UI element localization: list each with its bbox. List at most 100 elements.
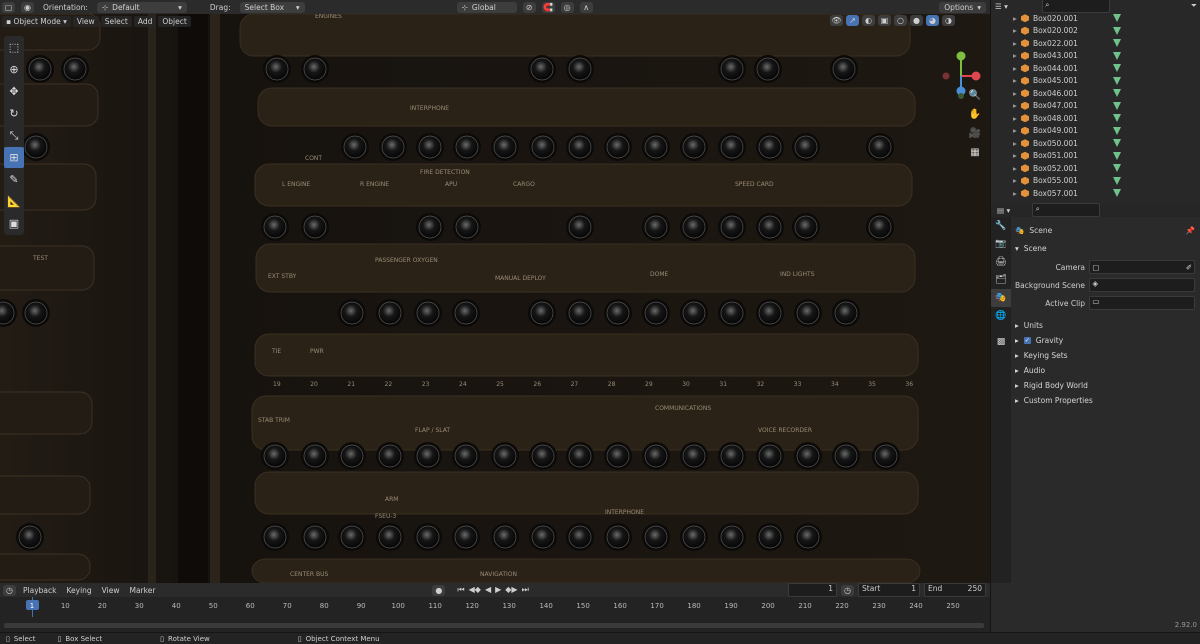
orientation-dropdown[interactable]: ⊹ Default ▾ xyxy=(96,1,187,13)
jump-start-icon[interactable]: ⏮ xyxy=(457,585,464,595)
world-tab-icon[interactable]: 🌐 xyxy=(991,307,1011,325)
expand-icon[interactable]: ▸ xyxy=(1013,64,1021,73)
output-tab-icon[interactable]: 🖨 xyxy=(991,253,1011,271)
render-tab-icon[interactable]: 📷 xyxy=(991,235,1011,253)
clock-icon[interactable]: ◷ xyxy=(3,584,16,596)
expand-icon[interactable]: ▸ xyxy=(1013,151,1021,160)
shading-solid-icon[interactable]: ● xyxy=(910,15,923,26)
drag-dropdown[interactable]: Select Box ▾ xyxy=(239,1,305,13)
pivot-icon[interactable]: ⊘ xyxy=(522,1,536,13)
filter-icon[interactable]: ⏷ xyxy=(1191,1,1197,11)
gizmo-x-handle[interactable] xyxy=(971,71,981,81)
editor-type-icon[interactable]: ▢ xyxy=(2,1,15,13)
outliner-item[interactable]: ▸ Box052.001 xyxy=(991,162,1200,175)
property-section-0[interactable]: ▸ Units xyxy=(1015,318,1195,333)
grid-icon[interactable]: ▦ xyxy=(968,145,982,159)
expand-icon[interactable]: ▸ xyxy=(1013,89,1021,98)
outliner-item[interactable]: ▸ Box048.001 xyxy=(991,112,1200,125)
tool-tab-icon[interactable]: 🔧 xyxy=(991,217,1011,235)
gizmo-icon[interactable]: ↗ xyxy=(846,15,859,26)
menu-select[interactable]: Select xyxy=(100,15,132,27)
overlay-icon[interactable]: ◐ xyxy=(862,15,875,26)
3d-viewport[interactable]: ENGINES INTERPHONE FIRE DETECTION L ENGINE R… xyxy=(0,14,990,583)
next-key-icon[interactable]: ◆▶ xyxy=(505,585,517,595)
expand-icon[interactable]: ▸ xyxy=(1013,189,1021,198)
expand-icon[interactable]: ▸ xyxy=(1013,176,1021,185)
keying-menu[interactable]: Keying xyxy=(63,586,94,595)
outliner-item[interactable]: ▸ Box022.001 xyxy=(991,37,1200,50)
marker-menu[interactable]: Marker xyxy=(126,586,158,595)
expand-icon[interactable]: ▸ xyxy=(1013,101,1021,110)
scale-icon[interactable]: ⤡ xyxy=(4,125,24,146)
preview-range-icon[interactable]: ◷ xyxy=(841,584,854,596)
expand-icon[interactable]: ▸ xyxy=(1013,39,1021,48)
visibility-icon[interactable]: 👁 xyxy=(830,15,843,26)
menu-view[interactable]: View xyxy=(72,15,99,27)
eyedropper-icon[interactable]: ✐ xyxy=(1186,263,1192,272)
transform-pivot-icon[interactable]: ◉ xyxy=(21,1,34,13)
expand-icon[interactable]: ▸ xyxy=(1013,14,1021,23)
properties-editor-icon[interactable]: ▤ ▾ xyxy=(997,206,1010,215)
shading-wire-icon[interactable]: ○ xyxy=(894,15,907,26)
cursor-icon[interactable]: ⊕ xyxy=(4,59,24,80)
texture-tab-icon[interactable]: ▩ xyxy=(991,333,1011,351)
outliner-item[interactable]: ▸ Box046.001 xyxy=(991,87,1200,100)
play-reverse-icon[interactable]: ◀ xyxy=(485,585,491,595)
view-layer-tab-icon[interactable]: 🗂 xyxy=(991,271,1011,289)
play-icon[interactable]: ▶ xyxy=(495,585,501,595)
expand-icon[interactable]: ▸ xyxy=(1013,114,1021,123)
menu-object[interactable]: Object xyxy=(158,15,191,27)
pin-icon[interactable]: 📌 xyxy=(1186,226,1195,235)
zoom-icon[interactable]: 🔍 xyxy=(968,88,982,102)
expand-icon[interactable]: ▸ xyxy=(1013,126,1021,135)
background-field[interactable]: ◈ xyxy=(1089,278,1195,292)
camera-field[interactable]: ▢ ✐ xyxy=(1089,260,1195,274)
jump-end-icon[interactable]: ⏭ xyxy=(522,585,529,595)
outliner-item[interactable]: ▸ Box020.001 xyxy=(991,12,1200,25)
outliner-item[interactable]: ▸ Box050.001 xyxy=(991,137,1200,150)
property-section-1[interactable]: ▸ ✓ Gravity xyxy=(1015,333,1195,348)
section-checkbox[interactable]: ✓ xyxy=(1023,337,1031,344)
menu-add[interactable]: Add xyxy=(133,15,157,27)
expand-icon[interactable]: ▸ xyxy=(1013,164,1021,173)
shading-render-icon[interactable]: ◑ xyxy=(942,15,955,26)
property-section-4[interactable]: ▸ Rigid Body World xyxy=(1015,378,1195,393)
outliner-item[interactable]: ▸ Box057.001 xyxy=(991,187,1200,200)
property-section-3[interactable]: ▸ Audio xyxy=(1015,363,1195,378)
scene-panel-header[interactable]: ▾ Scene xyxy=(1015,241,1195,256)
property-section-5[interactable]: ▸ Custom Properties xyxy=(1015,393,1195,408)
current-frame-field[interactable]: 1 xyxy=(788,583,837,597)
gizmo-y-handle[interactable] xyxy=(956,51,966,61)
outliner-item[interactable]: ▸ Box047.001 xyxy=(991,100,1200,113)
camera-icon[interactable]: 🎥 xyxy=(968,126,982,140)
outliner-search[interactable]: ⌕ xyxy=(1041,0,1110,13)
proportional-edit-icon[interactable]: ◎ xyxy=(560,1,574,13)
expand-icon[interactable]: ▸ xyxy=(1013,51,1021,60)
select-box-icon[interactable]: ⬚ xyxy=(4,37,24,58)
expand-icon[interactable]: ▸ xyxy=(1013,139,1021,148)
options-dropdown[interactable]: Options ▾ xyxy=(939,1,986,13)
display-mode-icon[interactable]: ☰ ▾ xyxy=(995,2,1008,11)
prev-key-icon[interactable]: ◀◆ xyxy=(469,585,481,595)
rotate-icon[interactable]: ↻ xyxy=(4,103,24,124)
outliner-item[interactable]: ▸ Box051.001 xyxy=(991,150,1200,163)
mode-selector[interactable]: ▪ Object Mode ▾ xyxy=(2,15,71,27)
transform-orientation-dropdown[interactable]: ⊹ Global xyxy=(456,1,517,13)
properties-search[interactable]: ⌕ xyxy=(1032,203,1101,217)
outliner-item[interactable]: ▸ Box055.001 xyxy=(991,175,1200,188)
annotate-icon[interactable]: ✎ xyxy=(4,169,24,190)
scene-tab-icon[interactable]: 🎭 xyxy=(991,289,1011,307)
record-icon[interactable]: ● xyxy=(432,584,446,596)
move-icon[interactable]: ✥ xyxy=(4,81,24,102)
xray-icon[interactable]: ▣ xyxy=(878,15,891,26)
outliner-item[interactable]: ▸ Box020.002 xyxy=(991,25,1200,38)
pan-hand-icon[interactable]: ✋ xyxy=(968,107,982,121)
end-frame-field[interactable]: End 250 xyxy=(924,583,986,597)
expand-icon[interactable]: ▸ xyxy=(1013,26,1021,35)
add-cube-icon[interactable]: ▣ xyxy=(4,213,24,234)
falloff-icon[interactable]: ∧ xyxy=(579,1,593,13)
timeline-scrollbar[interactable] xyxy=(4,623,984,628)
view-menu[interactable]: View xyxy=(99,586,123,595)
clip-field[interactable]: ▭ xyxy=(1089,296,1195,310)
measure-icon[interactable]: 📐 xyxy=(4,191,24,212)
